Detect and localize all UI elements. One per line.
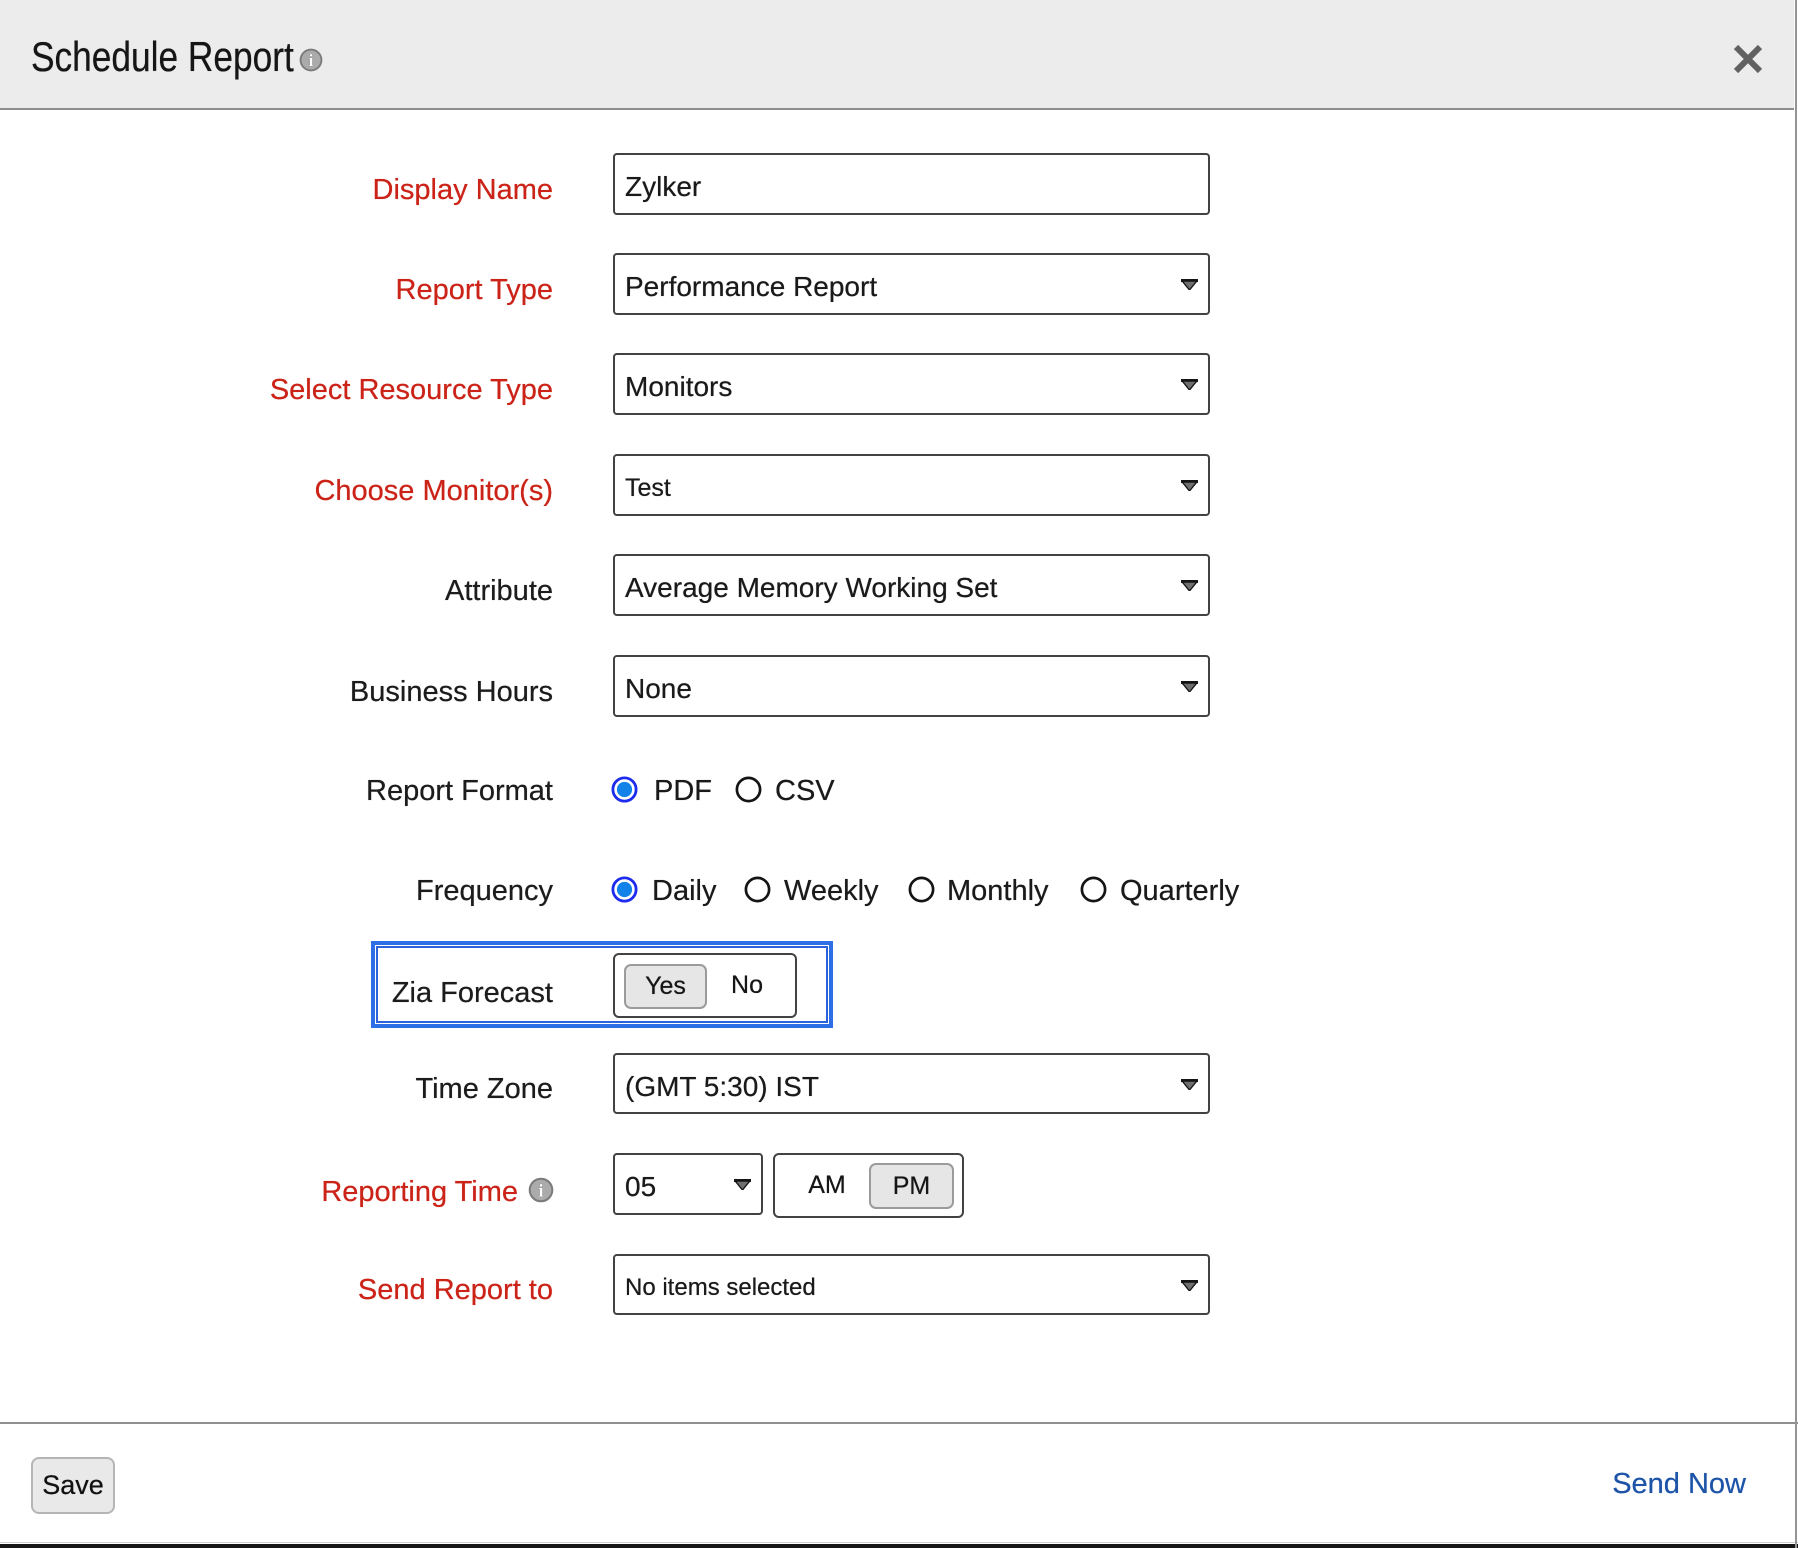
svg-text:i: i: [538, 1181, 543, 1201]
svg-text:i: i: [309, 51, 314, 70]
